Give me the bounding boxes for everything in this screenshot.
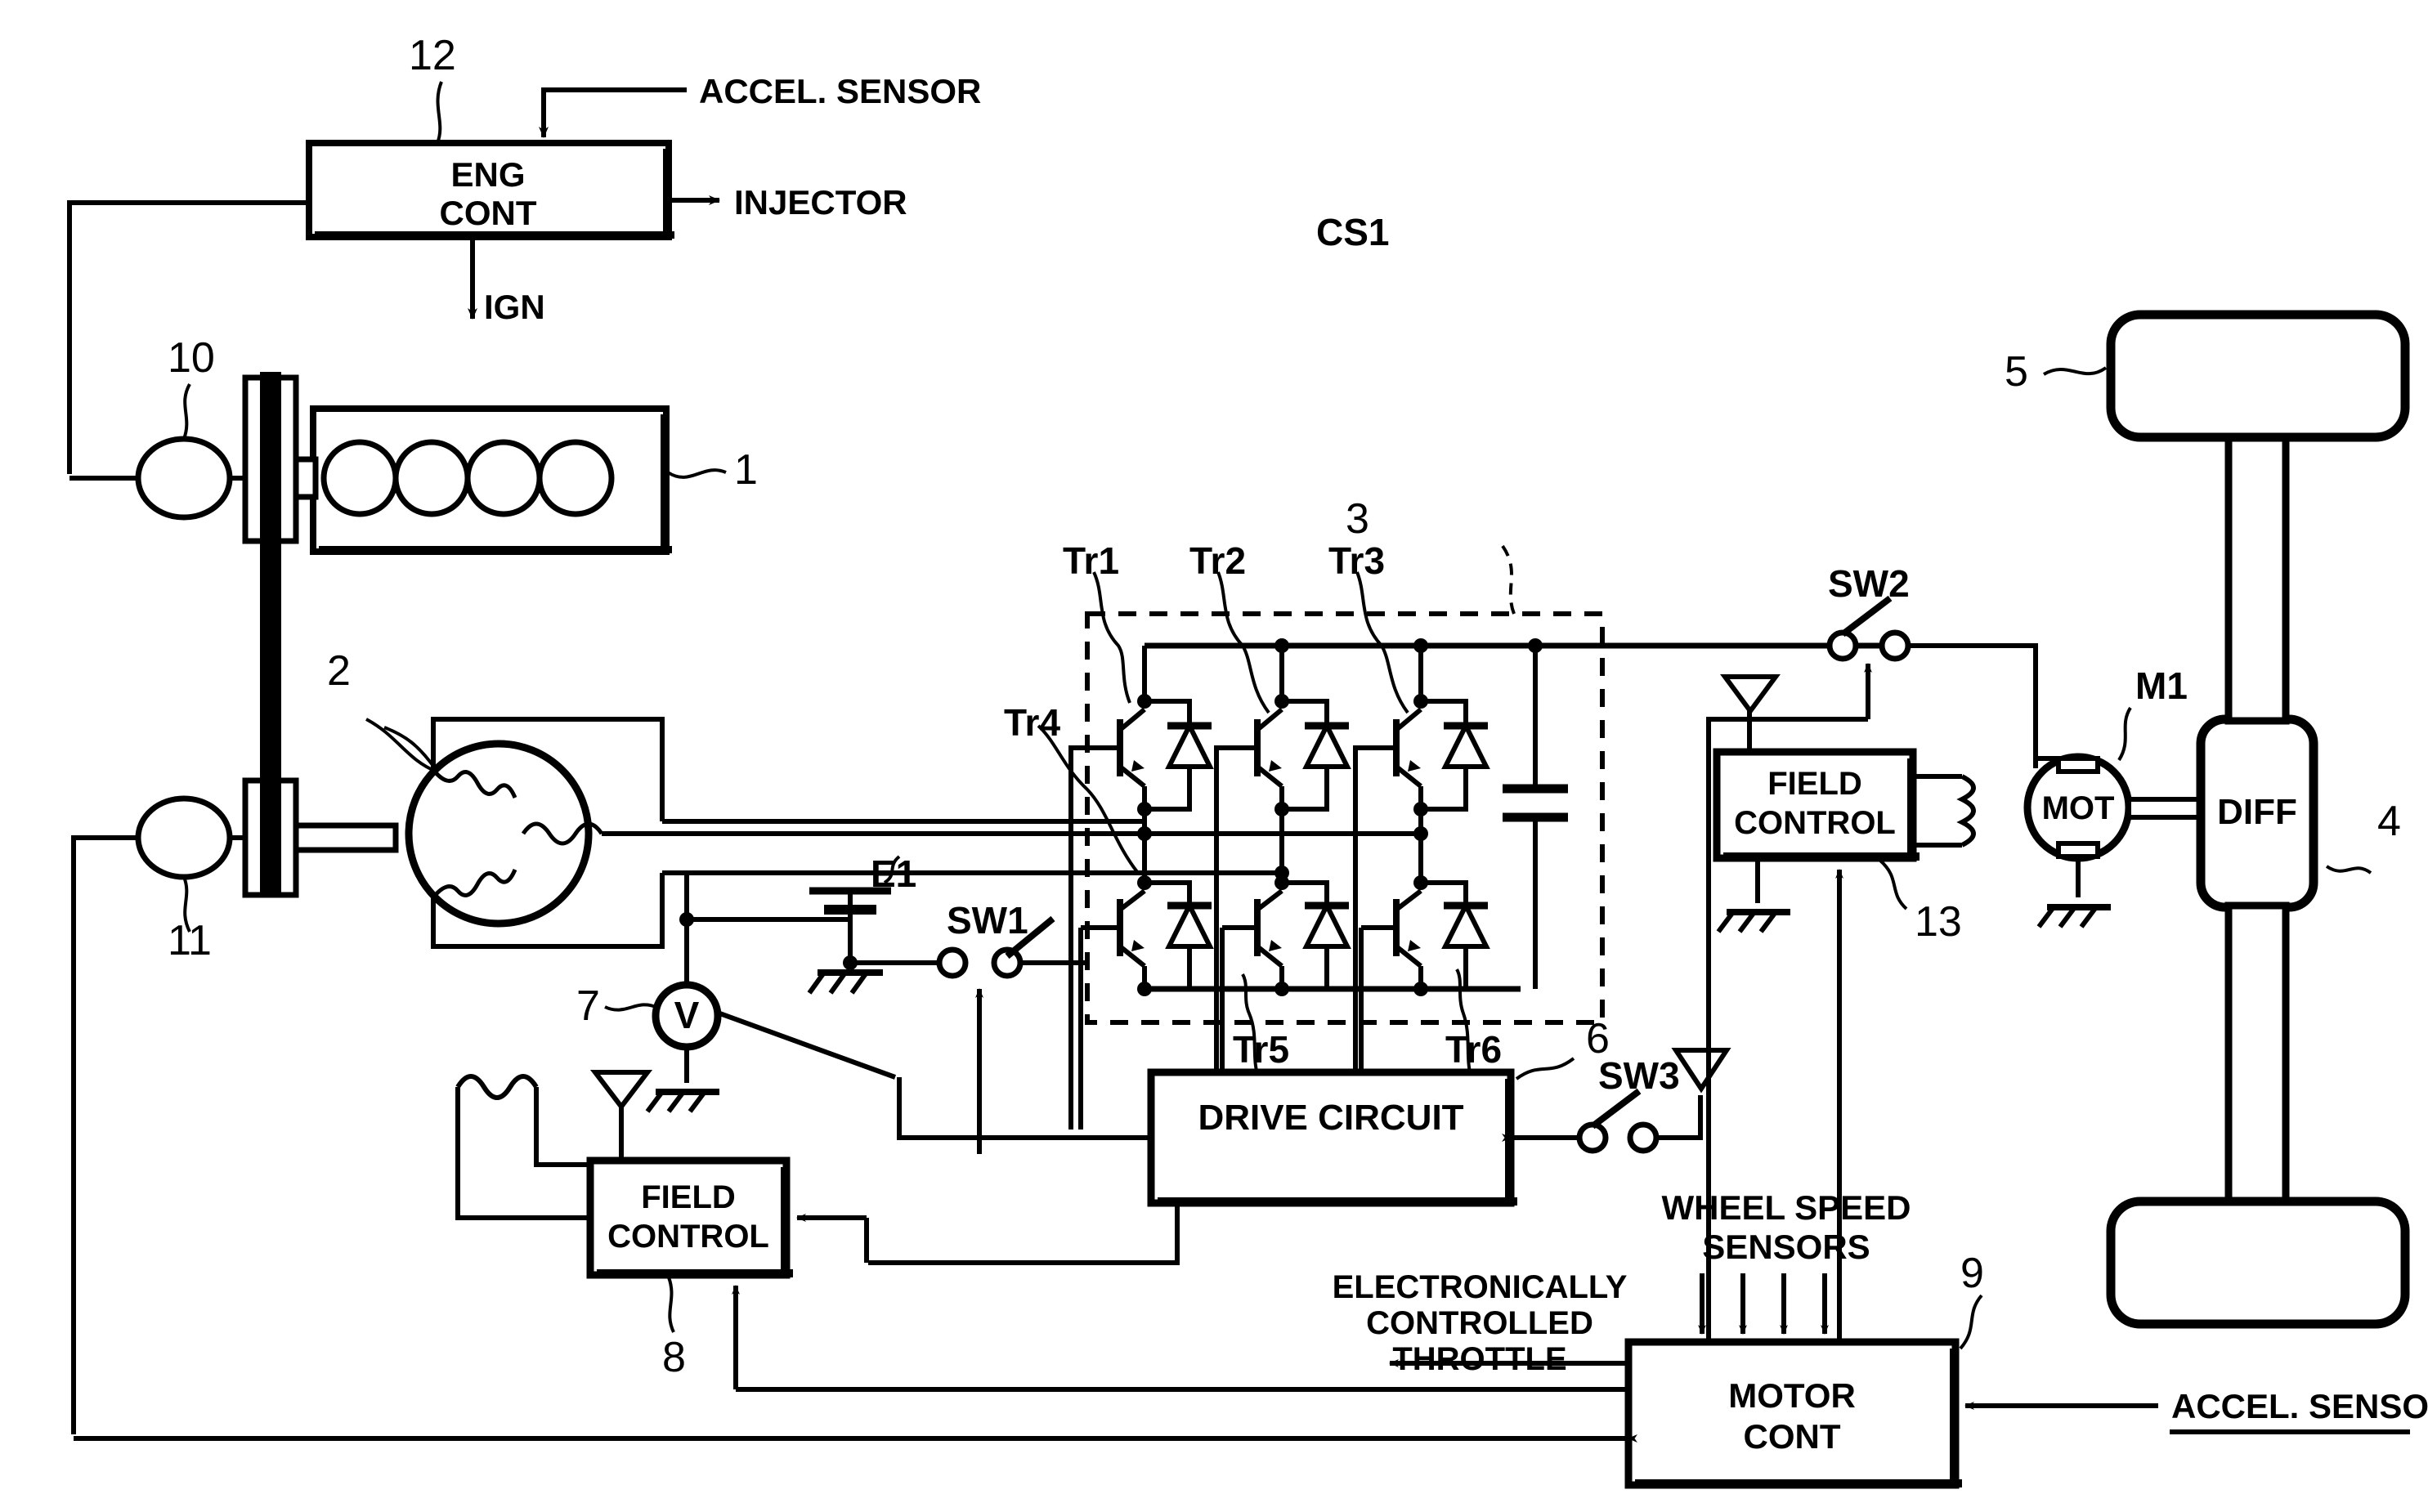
pulley-10 [69, 383, 245, 521]
drive-circuit-label: DRIVE CIRCUIT [1198, 1098, 1463, 1138]
field-control-mot-label-1: FIELD [1767, 766, 1862, 802]
accel-sensor-top-arrow [539, 87, 687, 138]
accel-sensor-bottom-label: ACCEL. SENSOR [2171, 1387, 2428, 1425]
motor-cont-label-1: MOTOR [1728, 1376, 1856, 1415]
ref-3: 3 [1346, 495, 1369, 543]
system-label-cs1: CS1 [1316, 211, 1389, 253]
transistor-label-tr6: Tr6 [1445, 1028, 1502, 1071]
accel-sensor-top-label: ACCEL. SENSOR [699, 72, 981, 110]
ref-4: 4 [2377, 798, 2401, 845]
dc-link-capacitor [1503, 638, 1568, 989]
ref-10: 10 [168, 334, 215, 382]
field-control-gen-label-2: CONTROL [607, 1219, 769, 1255]
motor-cont-label-2: CONT [1744, 1417, 1841, 1456]
patent-schematic: 12 ENG CONT ACCEL. SENSOR INJECTOR IGN 1… [67, 32, 2428, 1489]
throttle-label-2: CONTROLLED [1366, 1305, 1593, 1341]
pulley-11 [71, 795, 245, 1434]
switch-label-sw3: SW3 [1598, 1054, 1680, 1097]
motor-cont-sensor-feeds [1706, 968, 1842, 1342]
engine-block [310, 405, 672, 555]
eng-cont-label-1: ENG [450, 155, 525, 194]
transistor-label-tr1: Tr1 [1063, 539, 1119, 582]
ign-label: IGN [484, 288, 545, 326]
transistor-label-tr4: Tr4 [1004, 701, 1060, 744]
ref-11: 11 [168, 917, 212, 964]
diagram-canvas: 12 ENG CONT ACCEL. SENSOR INJECTOR IGN 1… [0, 0, 2428, 1512]
throttle-label-3: THROTTLE [1392, 1341, 1566, 1377]
ref-1-leader [666, 468, 727, 479]
transistor-label-tr2: Tr2 [1189, 539, 1246, 582]
ref-2: 2 [327, 647, 351, 695]
ref-13: 13 [1915, 898, 1962, 946]
field-control-mot-label-2: CONTROL [1734, 805, 1896, 841]
battery-label-e1: E1 [871, 852, 916, 895]
switch-sw1[interactable] [936, 915, 1087, 1154]
transistor-label-tr5: Tr5 [1233, 1028, 1289, 1071]
ref-8: 8 [662, 1334, 686, 1381]
ref-12-leader [436, 81, 443, 144]
wheel-front-5 [2042, 310, 2410, 442]
ref-2-leader [365, 718, 437, 773]
wheel-rear [2106, 1197, 2410, 1329]
wheel-speed-sensor-arrows [1698, 1273, 1829, 1335]
motor-label: MOT [2042, 790, 2115, 826]
igbt-leg-1 [1068, 646, 1214, 1130]
switch-label-sw1: SW1 [947, 899, 1028, 942]
eng-cont-label-2: CONT [440, 194, 537, 232]
voltmeter-label: V [674, 994, 700, 1036]
ref-5: 5 [2005, 348, 2028, 396]
throttle-label-1: ELECTRONICALLY [1333, 1269, 1628, 1305]
ref-7: 7 [576, 982, 600, 1030]
field-control-gen-label-1: FIELD [641, 1179, 736, 1215]
ref-12: 12 [409, 32, 456, 79]
wheel-speed-label-2: SENSORS [1702, 1228, 1870, 1266]
injector-label: INJECTOR [734, 183, 907, 221]
switch-label-sw2: SW2 [1828, 562, 1910, 605]
drive-circuit-wires [868, 1077, 1180, 1265]
ref-9: 9 [1960, 1250, 1984, 1297]
motor-ref-m1: M1 [2135, 664, 2188, 707]
ref-6: 6 [1586, 1015, 1610, 1062]
ref-1: 1 [734, 446, 758, 494]
diff-label: DIFF [2217, 792, 2297, 832]
transistor-label-tr3: Tr3 [1328, 539, 1385, 582]
wheel-speed-label-1: WHEEL SPEED [1662, 1188, 1911, 1227]
